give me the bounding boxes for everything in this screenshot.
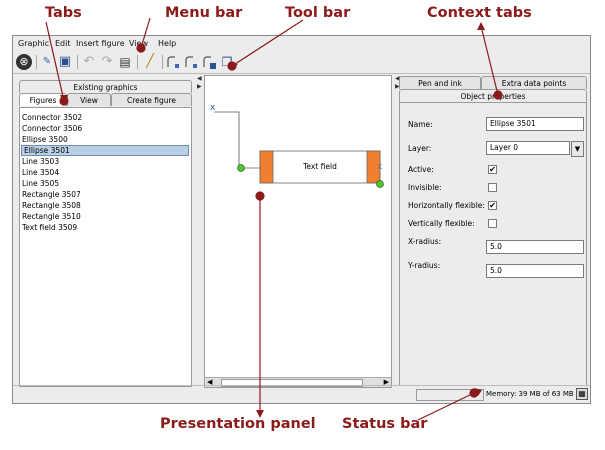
annotation-context-tabs: Context tabs bbox=[427, 5, 532, 21]
annotation-presentation-panel: Presentation panel bbox=[160, 416, 316, 432]
annotation-menu-bar: Menu bar bbox=[165, 5, 243, 21]
context-tabs-arrow-dot bbox=[493, 90, 503, 100]
context-tabs-arrowhead bbox=[477, 22, 485, 30]
presentation-panel-arrow-dot bbox=[255, 191, 265, 201]
annotation-status-bar: Status bar bbox=[342, 416, 428, 432]
context-tabs-arrow bbox=[480, 25, 499, 96]
tabs-arrow bbox=[45, 21, 65, 102]
tool-bar-arrow bbox=[231, 19, 304, 67]
annotation-arrows bbox=[45, 17, 503, 421]
annotation-tool-bar: Tool bar bbox=[285, 5, 351, 21]
annotation-tabs: Tabs bbox=[45, 5, 82, 21]
menu-bar-arrow bbox=[140, 17, 151, 49]
